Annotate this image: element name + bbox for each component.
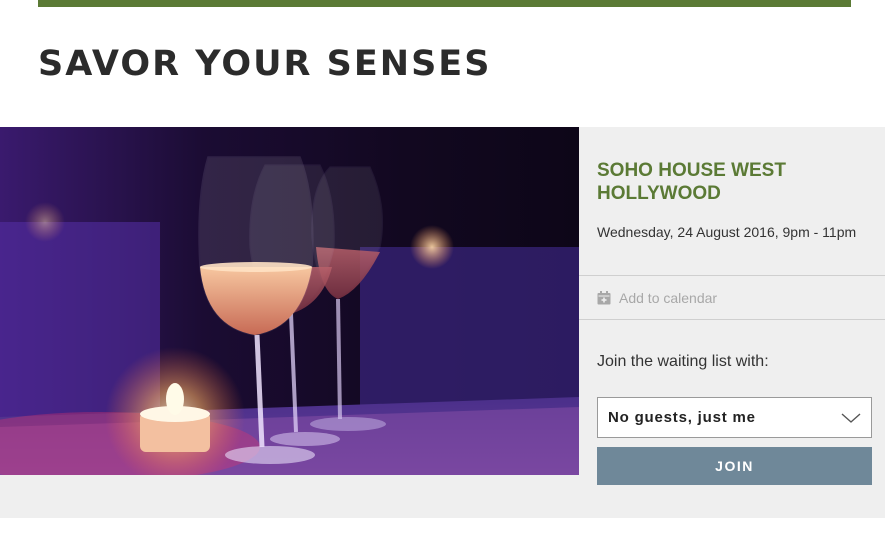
add-to-calendar-label: Add to calendar (619, 290, 718, 306)
guest-select[interactable]: No guests, just me (597, 397, 872, 438)
event-details-panel: SOHO HOUSE WEST HOLLYWOOD Wednesday, 24 … (579, 127, 885, 518)
event-card: SOHO HOUSE WEST HOLLYWOOD Wednesday, 24 … (0, 127, 885, 518)
page-title: SAVOR YOUR SENSES (38, 44, 492, 84)
add-to-calendar-link[interactable]: Add to calendar (597, 289, 717, 307)
divider (579, 275, 885, 276)
event-datetime: Wednesday, 24 August 2016, 9pm - 11pm (597, 224, 857, 240)
event-image (0, 127, 579, 475)
divider (579, 319, 885, 320)
join-button[interactable]: JOIN (597, 447, 872, 485)
chevron-down-icon (841, 413, 861, 423)
top-accent-bar (38, 0, 851, 7)
venue-name: SOHO HOUSE WEST HOLLYWOOD (597, 160, 786, 204)
calendar-plus-icon (597, 291, 611, 305)
guest-select-value: No guests, just me (608, 409, 756, 426)
waiting-list-label: Join the waiting list with: (597, 353, 769, 370)
